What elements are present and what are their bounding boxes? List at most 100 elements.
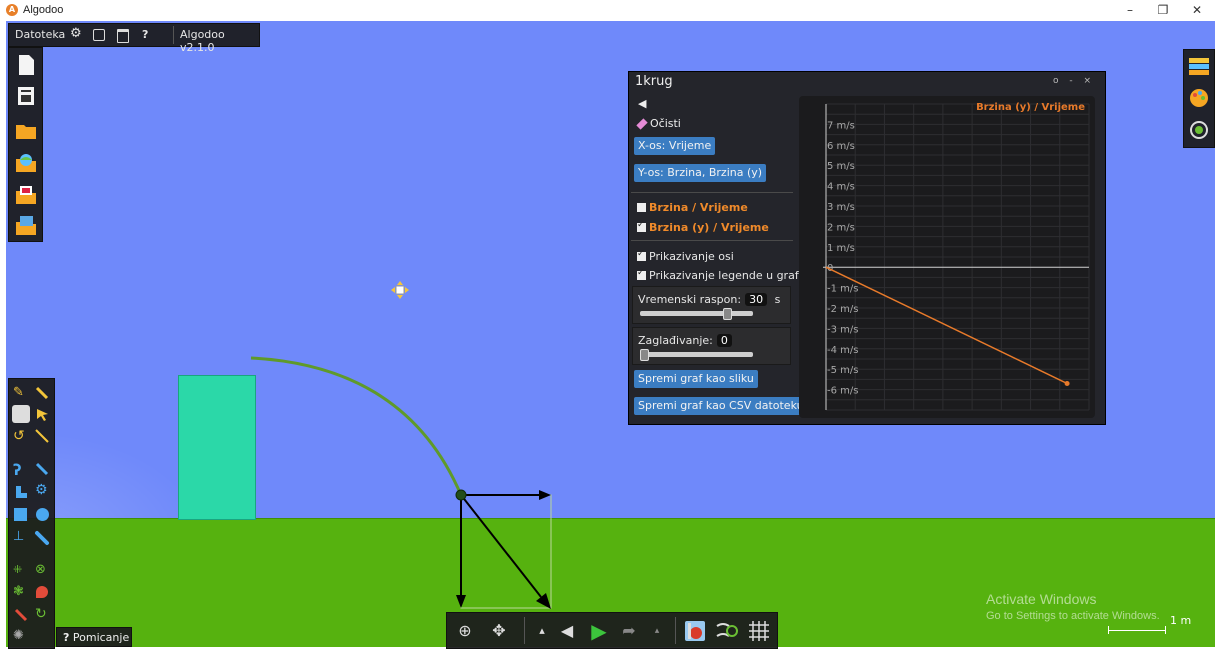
knife-tool-icon[interactable] bbox=[34, 461, 50, 477]
y-tick-label: -3 m/s bbox=[827, 324, 858, 335]
activate-windows-title: Activate Windows bbox=[986, 591, 1097, 607]
open-folder-photo-icon[interactable] bbox=[15, 184, 37, 206]
save-graph-image-button[interactable]: Spremi graf kao sliku bbox=[634, 370, 758, 388]
y-tick-label: -1 m/s bbox=[827, 284, 858, 295]
layers-icon[interactable] bbox=[1189, 56, 1209, 76]
graph-plot-area[interactable]: 7 m/s 6 m/s 5 m/s 4 m/s 3 m/s 2 m/s 1 m/s 0 -1 m… bbox=[799, 96, 1095, 418]
activate-windows-subtitle: Go to Settings to activate Windows. bbox=[986, 610, 1160, 622]
clear-button[interactable]: Očisti bbox=[636, 117, 681, 130]
back-arrow-icon[interactable]: ◀ bbox=[638, 97, 646, 110]
scale-tool-icon[interactable] bbox=[34, 428, 50, 444]
x-axis-button[interactable]: X-os: Vrijeme bbox=[634, 137, 716, 155]
fixate-tool-icon[interactable]: ⁜ bbox=[13, 563, 29, 579]
laser-tool-icon[interactable] bbox=[13, 607, 29, 623]
y-tick-label: -5 m/s bbox=[827, 365, 858, 376]
zoom-icon[interactable]: ⊕ bbox=[455, 621, 475, 641]
time-range-panel: Vremenski raspon: 30 s bbox=[632, 286, 791, 324]
speed-up-icon[interactable]: ▴ bbox=[532, 621, 552, 641]
gravity-icon[interactable] bbox=[683, 619, 707, 643]
axle-tool-icon[interactable]: ⊗ bbox=[35, 562, 51, 578]
window-titlebar: A Algodoo – ❐ ✕ bbox=[0, 0, 1215, 21]
series-toggle-speed-y[interactable]: Brzina (y) / Vrijeme bbox=[637, 220, 769, 234]
y-axis-button[interactable]: Y-os: Brzina, Brzina (y) bbox=[634, 164, 767, 182]
plane-tool-icon[interactable]: ⊥ bbox=[13, 529, 29, 545]
window-icon[interactable] bbox=[117, 29, 129, 43]
rotate-tool-icon[interactable]: ↺ bbox=[13, 428, 29, 444]
grid-icon[interactable] bbox=[747, 619, 771, 643]
series-toggle-label: Brzina (y) / Vrijeme bbox=[649, 221, 769, 234]
show-legend-option[interactable]: Prikazivanje legende u grafu bbox=[637, 268, 806, 282]
file-menu[interactable]: Datoteka bbox=[15, 28, 65, 41]
time-range-value[interactable]: 30 bbox=[745, 293, 768, 306]
redo-icon[interactable]: ➦ bbox=[619, 621, 639, 641]
open-online-icon[interactable] bbox=[15, 152, 37, 174]
trajectory-path bbox=[250, 356, 463, 496]
close-button[interactable]: ✕ bbox=[1182, 2, 1212, 19]
checkbox[interactable] bbox=[637, 220, 646, 232]
show-legend-label: Prikazivanje legende u grafu bbox=[649, 269, 806, 282]
pan-icon[interactable]: ✥ bbox=[489, 621, 509, 641]
smoothing-value[interactable]: 0 bbox=[716, 334, 732, 347]
save-icon[interactable] bbox=[15, 215, 37, 237]
checkbox[interactable] bbox=[637, 203, 646, 212]
sketch-icon[interactable]: ✎ bbox=[13, 385, 29, 401]
polygon-tool-icon[interactable] bbox=[13, 484, 29, 500]
play-button-icon[interactable]: ▶ bbox=[589, 621, 609, 641]
move-handle-icon[interactable] bbox=[391, 281, 409, 299]
velocity-x-arrowhead bbox=[539, 490, 551, 500]
fluid-tool-icon[interactable]: ✺ bbox=[13, 628, 29, 644]
play-settings-icon[interactable] bbox=[93, 29, 105, 41]
graph-window[interactable]: 1krug o - × ◀ Očisti X-os: Vrijeme Y-os:… bbox=[628, 71, 1106, 425]
spring-tool-icon[interactable]: ↻ bbox=[35, 606, 51, 622]
time-range-unit: s bbox=[774, 293, 781, 306]
download-icon[interactable] bbox=[1189, 120, 1209, 140]
y-tick-label: 3 m/s bbox=[827, 202, 855, 213]
checkbox[interactable] bbox=[637, 268, 646, 280]
speed-down-icon[interactable]: ▴ bbox=[647, 621, 667, 641]
velocity-arrow bbox=[460, 494, 542, 598]
eraser-icon bbox=[636, 118, 648, 130]
restore-button[interactable]: ❐ bbox=[1148, 2, 1178, 19]
rope-tool-icon[interactable]: ʔ bbox=[13, 461, 29, 479]
graph-window-controls[interactable]: o - × bbox=[1053, 76, 1095, 86]
smoothing-label: Zaglađivanje: bbox=[638, 334, 713, 347]
gear-tool-icon[interactable]: ⚙ bbox=[35, 482, 51, 498]
scale-bar bbox=[1108, 626, 1166, 634]
drag-tool-icon[interactable] bbox=[34, 406, 50, 422]
palette-icon[interactable] bbox=[1189, 88, 1209, 108]
y-tick-label: 4 m/s bbox=[827, 182, 855, 193]
save-graph-csv-button[interactable]: Spremi graf kao CSV datoteku bbox=[634, 397, 808, 415]
smoothing-slider[interactable] bbox=[640, 349, 753, 361]
air-friction-icon[interactable] bbox=[715, 619, 739, 643]
minimize-button[interactable]: – bbox=[1115, 2, 1145, 19]
slider-thumb[interactable] bbox=[722, 308, 732, 320]
scene-settings-icon[interactable] bbox=[15, 85, 37, 107]
divider bbox=[631, 240, 793, 241]
time-range-slider[interactable] bbox=[640, 308, 753, 320]
series-toggle-speed[interactable]: Brzina / Vrijeme bbox=[637, 201, 748, 214]
gear-icon[interactable]: ⚙ bbox=[70, 26, 82, 41]
help-icon[interactable]: ? bbox=[142, 28, 148, 41]
top-menu-bar: Datoteka ⚙ ? Algodoo v2.1.0 bbox=[8, 23, 260, 54]
chain-tool-icon[interactable] bbox=[34, 530, 50, 546]
tool-panel: ✎ ↺ ʔ ⚙ ⊥ ⁜ ⊗ ❃ ↻ ✺ bbox=[8, 378, 55, 649]
move-tool-icon[interactable] bbox=[12, 405, 30, 423]
open-folder-icon[interactable] bbox=[15, 120, 37, 142]
circle-tool-icon[interactable] bbox=[36, 508, 49, 521]
ball-body bbox=[455, 489, 467, 501]
brush-icon[interactable] bbox=[34, 385, 50, 401]
checkbox[interactable] bbox=[637, 249, 646, 261]
bottom-toolbar: ⊕ ✥ ▴ ◀ ▶ ➦ ▴ bbox=[446, 612, 778, 649]
velocity-arrowhead bbox=[536, 593, 551, 609]
thruster-tool-icon[interactable]: ❃ bbox=[13, 584, 29, 600]
show-axes-option[interactable]: Prikazivanje osi bbox=[637, 249, 734, 263]
undo-icon[interactable]: ◀ bbox=[557, 621, 577, 641]
y-tick-label: 6 m/s bbox=[827, 141, 855, 152]
y-tick-label: 5 m/s bbox=[827, 161, 855, 172]
slider-thumb[interactable] bbox=[640, 349, 649, 361]
box-tool-icon[interactable] bbox=[14, 508, 27, 521]
velocity-y-arrowhead bbox=[456, 595, 466, 608]
tracer-tool-icon[interactable] bbox=[36, 586, 48, 598]
new-scene-icon[interactable] bbox=[15, 54, 37, 76]
version-label[interactable]: Algodoo v2.1.0 bbox=[180, 28, 259, 54]
